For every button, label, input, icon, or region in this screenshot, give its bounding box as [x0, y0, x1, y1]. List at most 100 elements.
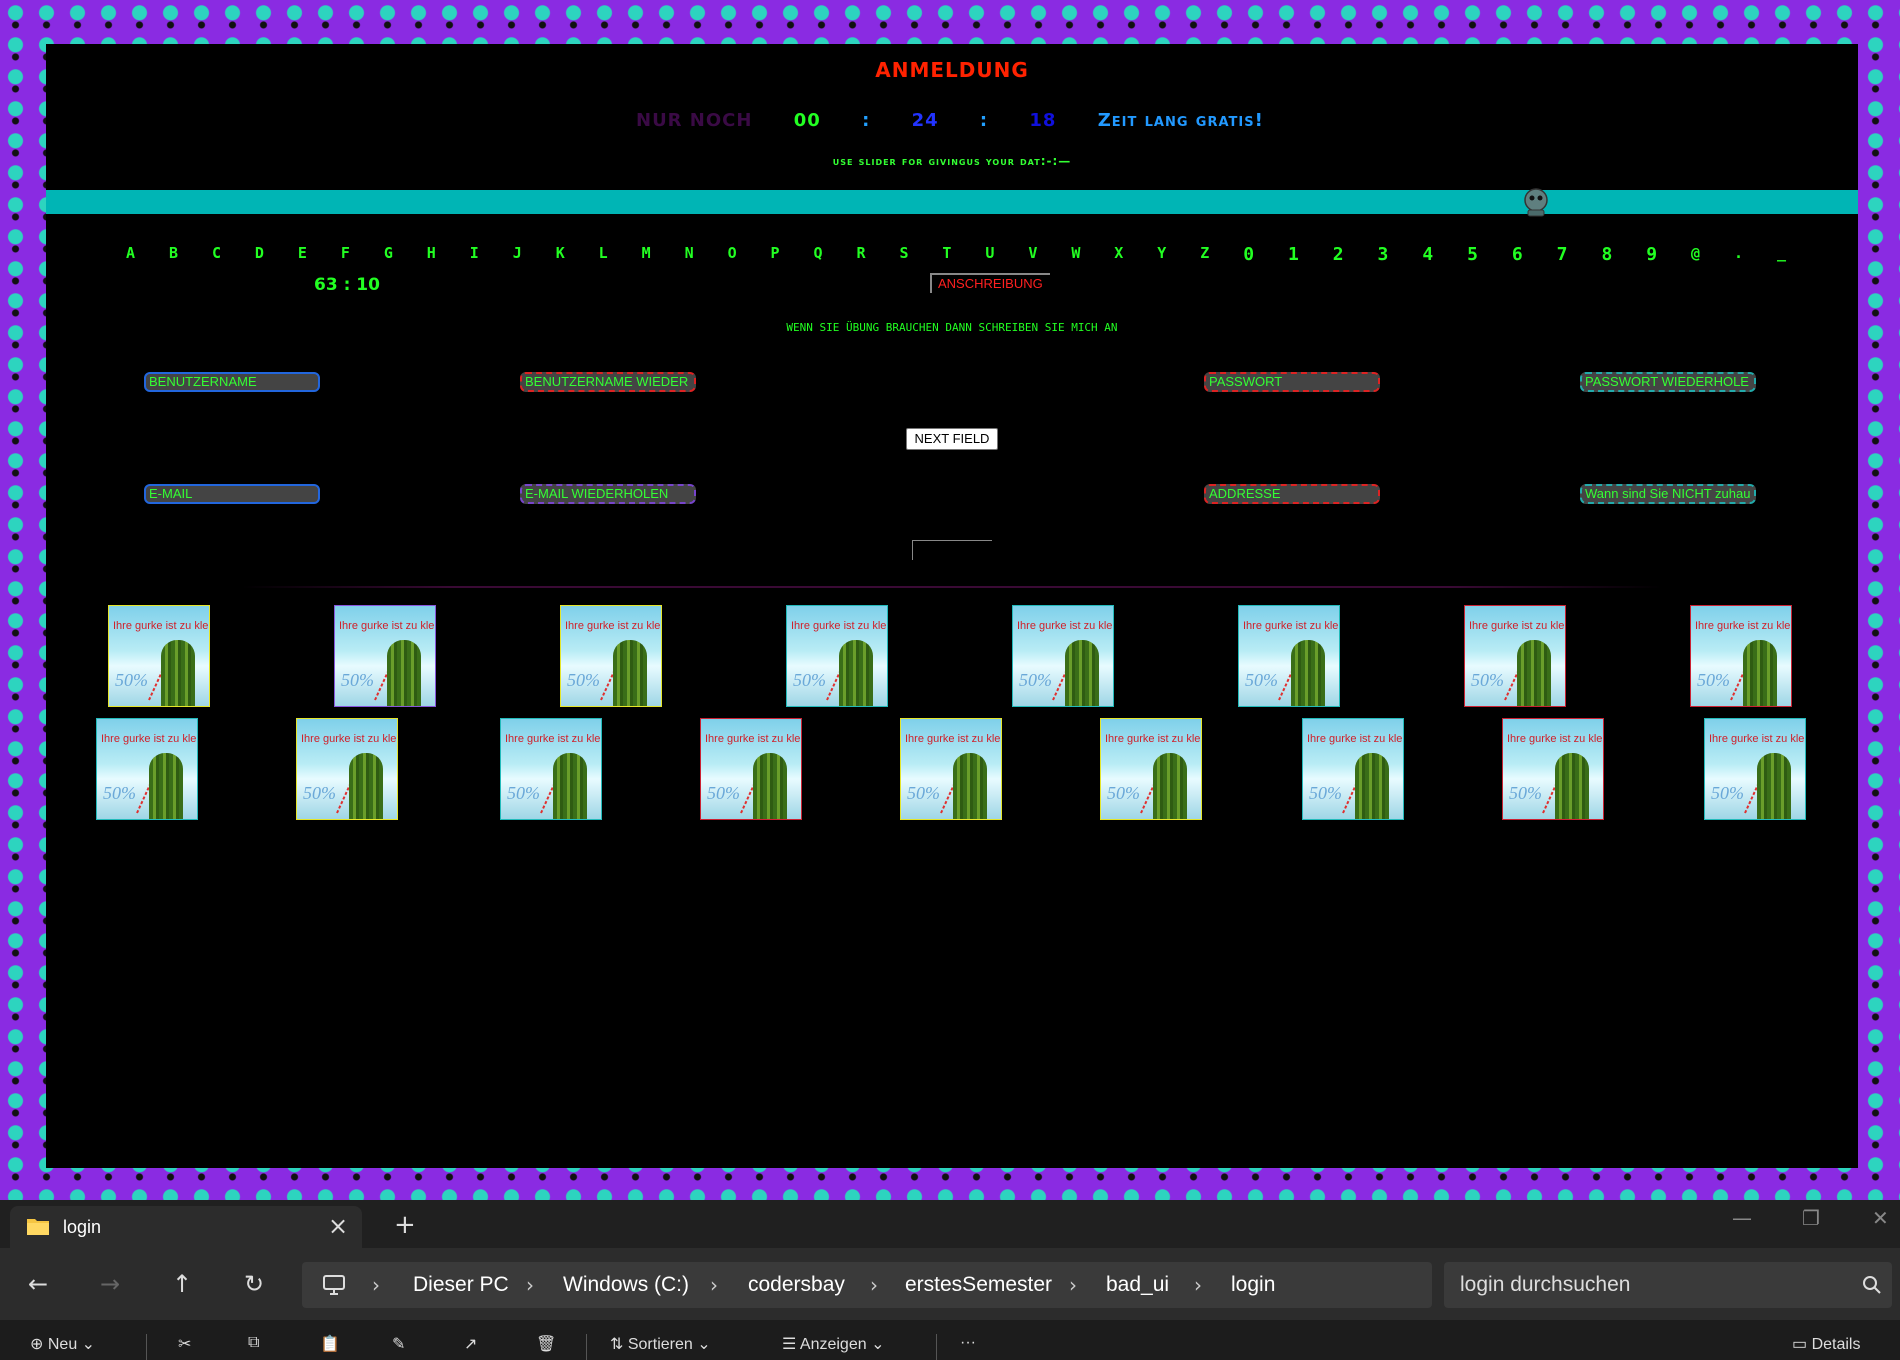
benutzername-wiederholen-field[interactable]: BENUTZERNAME WIEDER: [520, 372, 696, 392]
alphabet-key[interactable]: X: [1114, 244, 1123, 265]
up-icon[interactable]: ↑: [172, 1270, 192, 1298]
cut-icon[interactable]: ✂: [178, 1334, 191, 1354]
alphabet-key[interactable]: _: [1777, 244, 1786, 265]
tab-login[interactable]: login ×: [10, 1206, 362, 1248]
alphabet-key[interactable]: .: [1734, 244, 1743, 265]
gurke-ad-image[interactable]: Ihre gurke ist zu klein? 50%: [1302, 718, 1404, 820]
gurke-ad-image[interactable]: Ihre gurke ist zu klein? 50%: [1464, 605, 1566, 707]
gurke-ad-image[interactable]: Ihre gurke ist zu klein? 50%: [1012, 605, 1114, 707]
search-icon[interactable]: [1862, 1275, 1882, 1295]
search-input[interactable]: login durchsuchen: [1444, 1262, 1892, 1308]
alphabet-key[interactable]: Y: [1157, 244, 1166, 265]
alphabet-key[interactable]: J: [513, 244, 522, 265]
breadcrumb-item[interactable]: codersbay: [748, 1273, 845, 1297]
breadcrumb-item[interactable]: Dieser PC: [413, 1273, 509, 1297]
breadcrumb-item[interactable]: erstesSemester: [905, 1273, 1052, 1297]
gurke-ad-image[interactable]: Ihre gurke ist zu klein? 50%: [1238, 605, 1340, 707]
gurke-ad-image[interactable]: Ihre gurke ist zu klein? 50%: [296, 718, 398, 820]
gurke-ad-image[interactable]: Ihre gurke ist zu klein? 50%: [1704, 718, 1806, 820]
nicht-zuhause-field[interactable]: Wann sind Sie NICHT zuhau: [1580, 484, 1756, 504]
data-slider-track[interactable]: [46, 190, 1858, 214]
alphabet-key[interactable]: W: [1071, 244, 1080, 265]
copy-icon[interactable]: ⧉: [248, 1334, 259, 1352]
gurke-ad-image[interactable]: Ihre gurke ist zu klein? 50%: [1502, 718, 1604, 820]
restore-icon[interactable]: ❐: [1802, 1206, 1820, 1230]
close-tab-icon[interactable]: ×: [328, 1212, 348, 1240]
email-wiederholen-field[interactable]: E-MAIL WIEDERHOLEN: [520, 484, 696, 504]
close-window-icon[interactable]: ✕: [1872, 1206, 1889, 1230]
next-field-button[interactable]: NEXT FIELD: [906, 428, 998, 450]
new-tab-icon[interactable]: +: [394, 1210, 416, 1240]
sort-button[interactable]: ⇅ Sortieren ⌄: [610, 1334, 711, 1354]
alphabet-key[interactable]: H: [427, 244, 436, 265]
alphabet-key[interactable]: C: [212, 244, 221, 265]
alphabet-key[interactable]: 1: [1288, 244, 1299, 265]
details-button[interactable]: ▭ Details: [1792, 1334, 1860, 1354]
alphabet-key[interactable]: 3: [1378, 244, 1389, 265]
anschreibung-input[interactable]: ANSCHREIBUNG: [930, 273, 1050, 293]
alphabet-key[interactable]: N: [685, 244, 694, 265]
gurke-ad-image[interactable]: Ihre gurke ist zu klein? 50%: [96, 718, 198, 820]
passwort-field[interactable]: PASSWORT: [1204, 372, 1380, 392]
more-options-icon[interactable]: ···: [960, 1334, 976, 1352]
alphabet-key[interactable]: U: [985, 244, 994, 265]
gurke-ad-image[interactable]: Ihre gurke ist zu klein? 50%: [560, 605, 662, 707]
alphabet-key[interactable]: S: [899, 244, 908, 265]
passwort-wiederholen-field[interactable]: PASSWORT WIEDERHOLE: [1580, 372, 1756, 392]
empty-input[interactable]: [912, 540, 992, 560]
gurke-ad-image[interactable]: Ihre gurke ist zu klein? 50%: [1100, 718, 1202, 820]
alphabet-key[interactable]: E: [298, 244, 307, 265]
alphabet-key[interactable]: P: [771, 244, 780, 265]
alphabet-key[interactable]: L: [599, 244, 608, 265]
alphabet-key[interactable]: F: [341, 244, 350, 265]
alphabet-key[interactable]: 5: [1467, 244, 1478, 265]
view-button[interactable]: ☰ Anzeigen ⌄: [782, 1334, 884, 1354]
new-button[interactable]: ⊕ Neu ⌄: [30, 1334, 95, 1354]
alphabet-key[interactable]: V: [1028, 244, 1037, 265]
alphabet-key[interactable]: B: [169, 244, 178, 265]
breadcrumb-item[interactable]: Windows (C:): [563, 1273, 689, 1297]
alphabet-key[interactable]: M: [642, 244, 651, 265]
delete-icon[interactable]: 🗑: [536, 1334, 556, 1354]
alphabet-key[interactable]: Q: [814, 244, 823, 265]
rename-icon[interactable]: ✎: [392, 1334, 405, 1354]
benutzername-field[interactable]: BENUTZERNAME: [144, 372, 320, 392]
alphabet-key[interactable]: O: [728, 244, 737, 265]
share-icon[interactable]: ↗: [464, 1334, 477, 1354]
gurke-ad-image[interactable]: Ihre gurke ist zu klein? 50%: [700, 718, 802, 820]
addresse-field[interactable]: ADDRESSE: [1204, 484, 1380, 504]
alphabet-key[interactable]: G: [384, 244, 393, 265]
breadcrumb-item[interactable]: login: [1231, 1273, 1275, 1297]
alphabet-key[interactable]: R: [856, 244, 865, 265]
alphabet-key[interactable]: A: [126, 244, 135, 265]
gurke-ad-image[interactable]: Ihre gurke ist zu klein? 50%: [334, 605, 436, 707]
alphabet-key[interactable]: 8: [1601, 244, 1612, 265]
alphabet-key[interactable]: K: [556, 244, 565, 265]
alphabet-key[interactable]: 6: [1512, 244, 1523, 265]
gurke-ad-image[interactable]: Ihre gurke ist zu klein? 50%: [786, 605, 888, 707]
back-icon[interactable]: ←: [28, 1270, 48, 1298]
robot-slider-handle-icon[interactable]: [1520, 186, 1552, 218]
address-bar[interactable]: › Dieser PC › Windows (C:) › codersbay ›…: [302, 1262, 1432, 1308]
alphabet-key[interactable]: 2: [1333, 244, 1344, 265]
alphabet-key[interactable]: T: [942, 244, 951, 265]
refresh-icon[interactable]: ↻: [244, 1270, 264, 1298]
alphabet-key[interactable]: I: [470, 244, 479, 265]
alphabet-key[interactable]: @: [1691, 244, 1700, 265]
gurke-ad-image[interactable]: Ihre gurke ist zu klein? 50%: [900, 718, 1002, 820]
gurke-ad-image[interactable]: Ihre gurke ist zu klein? 50%: [500, 718, 602, 820]
alphabet-key[interactable]: D: [255, 244, 264, 265]
forward-icon[interactable]: →: [100, 1270, 120, 1298]
minimize-icon[interactable]: —: [1732, 1206, 1752, 1230]
alphabet-key[interactable]: 7: [1557, 244, 1568, 265]
alphabet-key[interactable]: 9: [1646, 244, 1657, 265]
alphabet-key[interactable]: 4: [1422, 244, 1433, 265]
breadcrumb-item[interactable]: bad_ui: [1106, 1273, 1169, 1297]
gurke-ad-image[interactable]: Ihre gurke ist zu klein? 50%: [1690, 605, 1792, 707]
paste-icon[interactable]: 📋: [320, 1334, 340, 1354]
help-hint: WENN SIE ÜBUNG BRAUCHEN DANN SCHREIBEN S…: [786, 321, 1118, 334]
alphabet-key[interactable]: Z: [1200, 244, 1209, 265]
alphabet-key[interactable]: 0: [1243, 244, 1254, 265]
gurke-ad-image[interactable]: Ihre gurke ist zu klein? 50%: [108, 605, 210, 707]
email-field[interactable]: E-MAIL: [144, 484, 320, 504]
